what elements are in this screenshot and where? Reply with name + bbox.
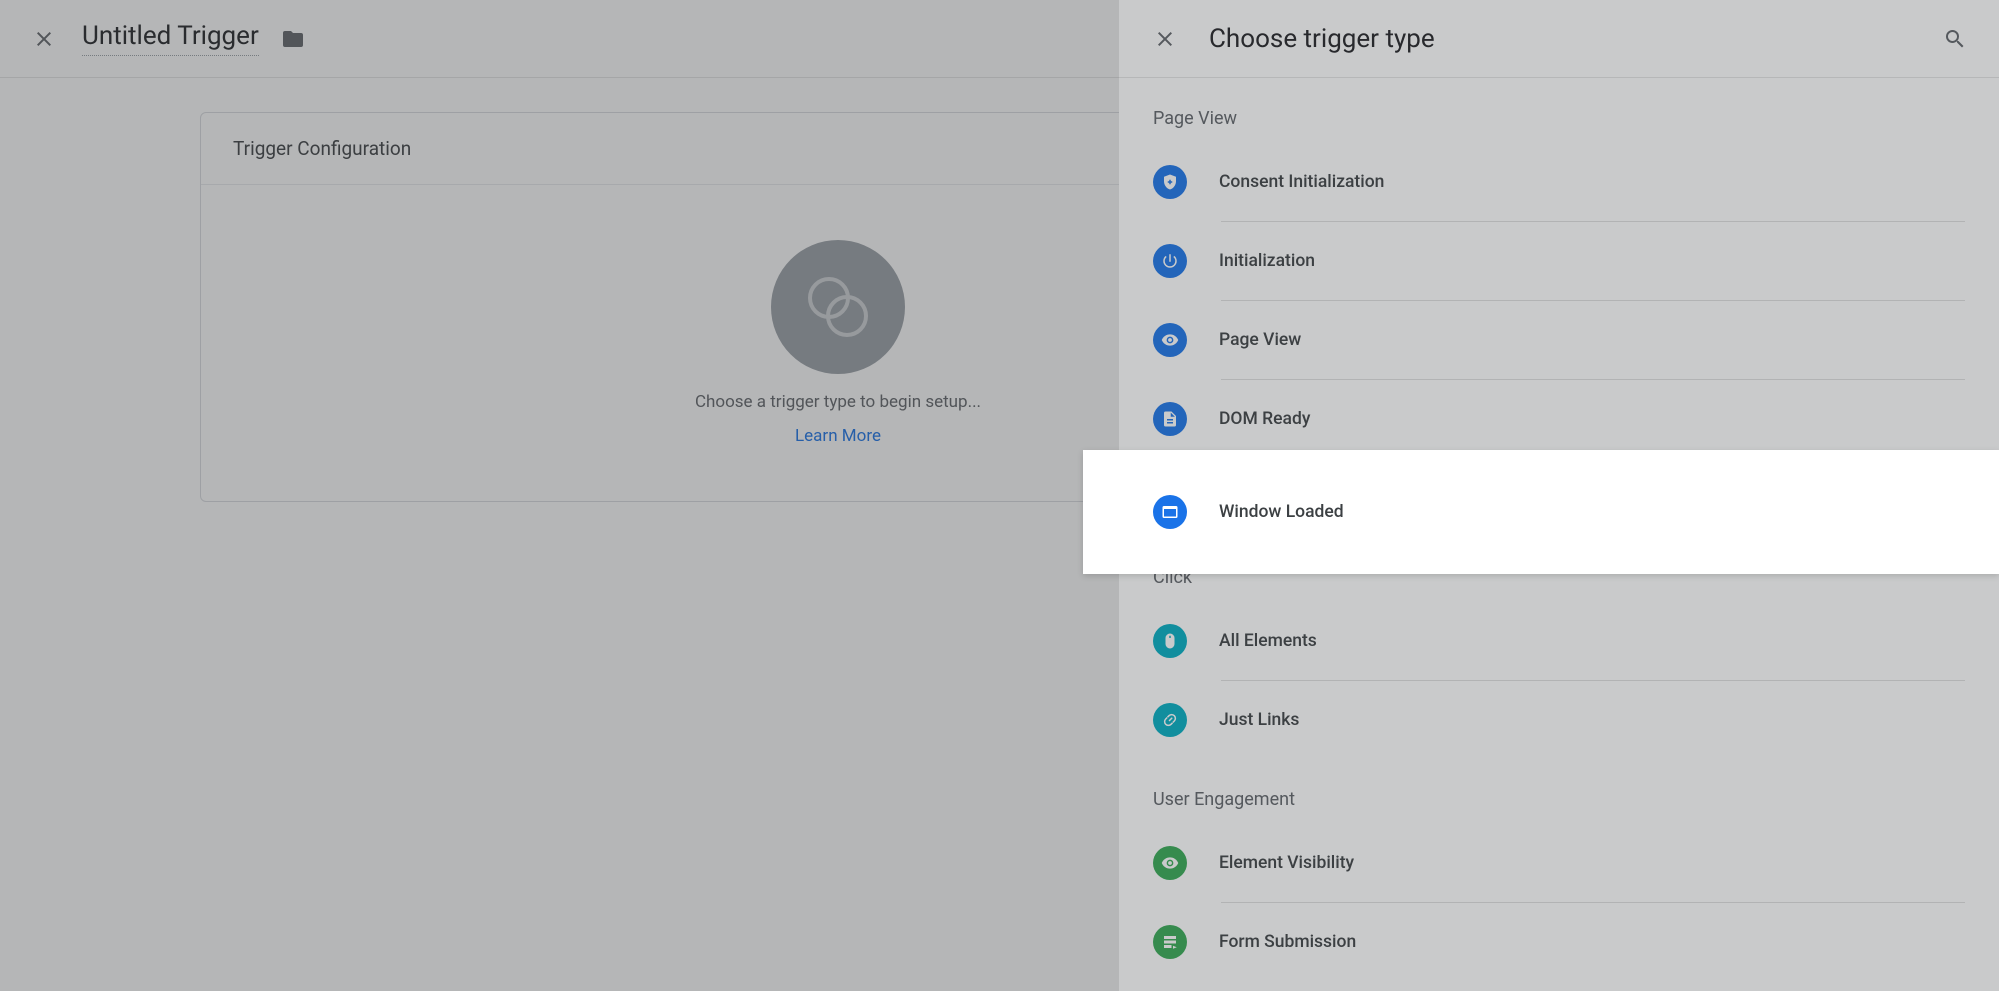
trigger-type-label: Form Submission — [1219, 932, 1356, 952]
trigger-type-page-view[interactable]: Page View — [1153, 301, 1965, 379]
trigger-type-label: Initialization — [1219, 251, 1315, 271]
trigger-type-label: DOM Ready — [1219, 409, 1310, 429]
link-icon — [1153, 703, 1187, 737]
trigger-type-consent-init[interactable]: Consent Initialization — [1153, 143, 1965, 221]
trigger-type-label: All Elements — [1219, 631, 1317, 651]
trigger-type-label: Element Visibility — [1219, 853, 1354, 873]
trigger-type-just-links[interactable]: Just Links — [1153, 681, 1965, 759]
trigger-type-label: Consent Initialization — [1219, 172, 1384, 192]
eye-icon — [1153, 846, 1187, 880]
trigger-type-label: Page View — [1219, 330, 1301, 350]
trigger-type-window-loaded[interactable]: Window Loaded — [1153, 473, 1344, 551]
trigger-type-element-visibility[interactable]: Element Visibility — [1153, 824, 1965, 902]
group-label-user-engagement: User Engagement — [1153, 759, 1965, 824]
file-icon — [1153, 402, 1187, 436]
trigger-type-init[interactable]: Initialization — [1153, 222, 1965, 300]
drawer-title: Choose trigger type — [1209, 24, 1435, 54]
group-label-page-view: Page View — [1153, 78, 1965, 143]
eye-icon — [1153, 323, 1187, 357]
highlighted-row-host: Window Loaded — [1119, 450, 1999, 574]
window-icon — [1153, 495, 1187, 529]
search-icon — [1943, 27, 1967, 51]
trigger-type-label: Just Links — [1219, 710, 1299, 730]
mouse-icon — [1153, 624, 1187, 658]
choose-trigger-type-drawer: Choose trigger type Page View Consent Ini… — [1119, 0, 1999, 991]
close-icon — [1153, 27, 1177, 51]
drawer-topbar: Choose trigger type — [1119, 0, 1999, 78]
trigger-type-form-submission[interactable]: Form Submission — [1153, 903, 1965, 981]
power-icon — [1153, 244, 1187, 278]
trigger-type-dom-ready[interactable]: DOM Ready — [1153, 380, 1965, 458]
shield-plus-icon — [1153, 165, 1187, 199]
form-icon — [1153, 925, 1187, 959]
trigger-type-label: Window Loaded — [1219, 502, 1344, 522]
trigger-type-all-elements[interactable]: All Elements — [1153, 602, 1965, 680]
search-button[interactable] — [1933, 17, 1977, 61]
close-drawer-button[interactable] — [1141, 15, 1189, 63]
